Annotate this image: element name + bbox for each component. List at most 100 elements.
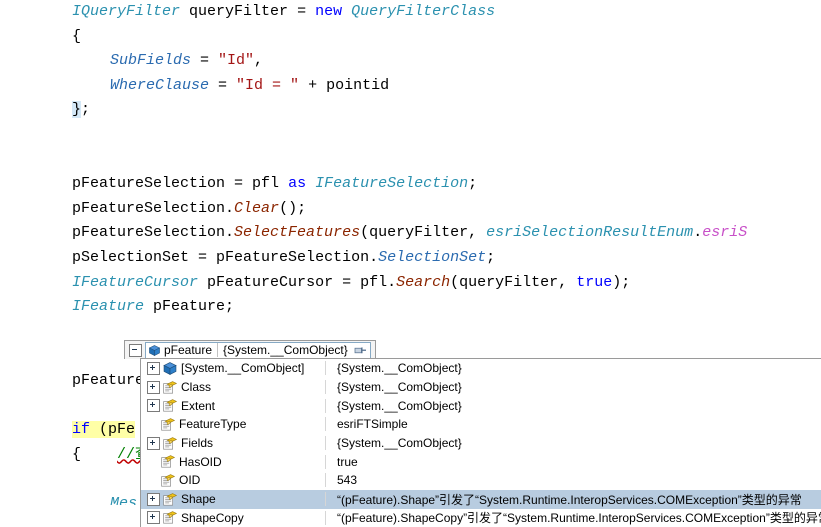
code-token: pFeatureSelection xyxy=(72,175,225,192)
code-token: if xyxy=(72,421,90,438)
code-token xyxy=(198,274,207,291)
code-token: as xyxy=(288,175,306,192)
datatip-member-value[interactable]: true xyxy=(326,455,821,469)
datatip-row[interactable]: Shape “(pFeature).Shape”引发了“System.Runtim… xyxy=(141,490,821,509)
code-token: pFeatureSelection xyxy=(216,249,369,266)
cube-icon xyxy=(163,362,177,375)
execution-highlight: if (pFe xyxy=(72,421,135,438)
code-token: = xyxy=(189,249,216,266)
datatip-property-grid[interactable]: [System.__ComObject]{System.__ComObject}… xyxy=(140,358,821,527)
datatip-member-value[interactable]: “(pFeature).ShapeCopy”引发了“System.Runtime… xyxy=(326,509,821,526)
property-icon xyxy=(163,511,177,524)
datatip-row[interactable]: FeatureTypeesriFTSimple xyxy=(141,415,821,434)
datatip-member-value[interactable]: esriFTSimple xyxy=(326,417,821,431)
code-token: "Id = " xyxy=(236,77,299,94)
code-token: "Id" xyxy=(218,52,254,69)
datatip-member-value[interactable]: “(pFeature).Shape”引发了“System.Runtime.Int… xyxy=(326,491,821,508)
datatip-member-name: Fields xyxy=(181,436,213,450)
expand-toggle-icon[interactable] xyxy=(147,381,160,394)
code-token: } xyxy=(72,101,81,118)
datatip-member-value[interactable]: {System.__ComObject} xyxy=(326,436,821,450)
code-token: SelectionSet xyxy=(378,249,486,266)
code-token: queryFilter xyxy=(189,3,288,20)
datatip-variable-value: {System.__ComObject} xyxy=(218,343,354,357)
code-token: = xyxy=(191,52,218,69)
pin-icon[interactable] xyxy=(354,345,367,356)
datatip-member-value[interactable]: {System.__ComObject} xyxy=(326,361,821,375)
code-token: pFe xyxy=(108,421,135,438)
property-icon xyxy=(163,493,177,506)
datatip-row[interactable]: HasOIDtrue xyxy=(141,452,821,471)
code-token: IFeatureCursor xyxy=(72,274,198,291)
expander-placeholder xyxy=(147,456,158,467)
datatip-row[interactable]: [System.__ComObject]{System.__ComObject} xyxy=(141,359,821,378)
code-token: pFeatureSelection xyxy=(72,224,225,241)
code-token: , xyxy=(468,224,486,241)
code-token: queryFilter xyxy=(369,224,468,241)
code-line: pFeatureSelection.Clear(); xyxy=(0,197,821,222)
datatip-member-name: Class xyxy=(181,380,211,394)
code-token: . xyxy=(387,274,396,291)
datatip-collapse-toggle[interactable] xyxy=(129,344,142,357)
code-token: esriSelectionResultEnum xyxy=(486,224,693,241)
code-token: pfl xyxy=(360,274,387,291)
code-token xyxy=(342,3,351,20)
expand-toggle-icon[interactable] xyxy=(147,493,160,506)
code-token: WhereClause xyxy=(110,77,209,94)
expander-placeholder xyxy=(147,419,158,430)
datatip-header-box: pFeature {System.__ComObject} xyxy=(145,342,371,359)
datatip-member-name: ShapeCopy xyxy=(181,511,244,525)
datatip-name-cell: Fields xyxy=(141,436,326,450)
code-token: . xyxy=(225,224,234,241)
datatip-name-cell: Shape xyxy=(141,492,326,506)
code-token xyxy=(81,446,117,463)
code-line: }; xyxy=(0,98,821,123)
code-token: pFeatureSelection xyxy=(72,200,225,217)
code-token: (); xyxy=(279,200,306,217)
datatip-name-cell: Extent xyxy=(141,399,326,413)
code-token: = xyxy=(288,3,315,20)
datatip-row[interactable]: ShapeCopy “(pFeature).ShapeCopy”引发了“Syste… xyxy=(141,509,821,527)
code-token: . xyxy=(225,200,234,217)
code-token xyxy=(279,175,288,192)
code-token: pointid xyxy=(326,77,389,94)
datatip-name-cell: FeatureType xyxy=(141,417,326,431)
datatip-member-value[interactable]: {System.__ComObject} xyxy=(326,399,821,413)
datatip-row[interactable]: Class {System.__ComObject} xyxy=(141,378,821,397)
code-token: IFeature xyxy=(72,298,144,315)
code-token: pFeature xyxy=(153,298,225,315)
code-line: pSelectionSet = pFeatureSelection.Select… xyxy=(0,246,821,271)
datatip-member-value[interactable]: 543 xyxy=(326,473,821,487)
code-line: { xyxy=(0,25,821,50)
expand-toggle-icon[interactable] xyxy=(147,511,160,524)
code-line: IFeature pFeature; xyxy=(0,295,821,320)
cube-icon xyxy=(149,345,160,356)
property-icon xyxy=(163,381,177,394)
code-token: Clear xyxy=(234,200,279,217)
code-token: = xyxy=(209,77,236,94)
expand-toggle-icon[interactable] xyxy=(147,399,160,412)
datatip-row[interactable]: OID543 xyxy=(141,471,821,490)
code-token: SelectFeatures xyxy=(234,224,360,241)
datatip-name-cell: Class xyxy=(141,380,326,394)
expand-toggle-icon[interactable] xyxy=(147,362,160,375)
datatip-header[interactable]: pFeature {System.__ComObject} xyxy=(124,340,376,359)
code-token: new xyxy=(315,3,342,20)
code-token: ; xyxy=(225,298,234,315)
code-token: , xyxy=(558,274,576,291)
code-token: IFeatureSelection xyxy=(315,175,468,192)
expand-toggle-icon[interactable] xyxy=(147,437,160,450)
property-icon xyxy=(163,399,177,412)
code-token xyxy=(306,175,315,192)
property-icon xyxy=(161,418,175,431)
datatip-member-name: Shape xyxy=(181,492,216,506)
code-token: pFeature xyxy=(72,372,144,389)
code-token: , xyxy=(254,52,263,69)
code-token: = xyxy=(225,175,252,192)
code-token: + xyxy=(299,77,326,94)
datatip-row[interactable]: Fields {System.__ComObject} xyxy=(141,434,821,453)
code-token: Mes xyxy=(110,495,137,505)
datatip-member-value[interactable]: {System.__ComObject} xyxy=(326,380,821,394)
datatip-row[interactable]: Extent{System.__ComObject} xyxy=(141,396,821,415)
code-token xyxy=(180,3,189,20)
